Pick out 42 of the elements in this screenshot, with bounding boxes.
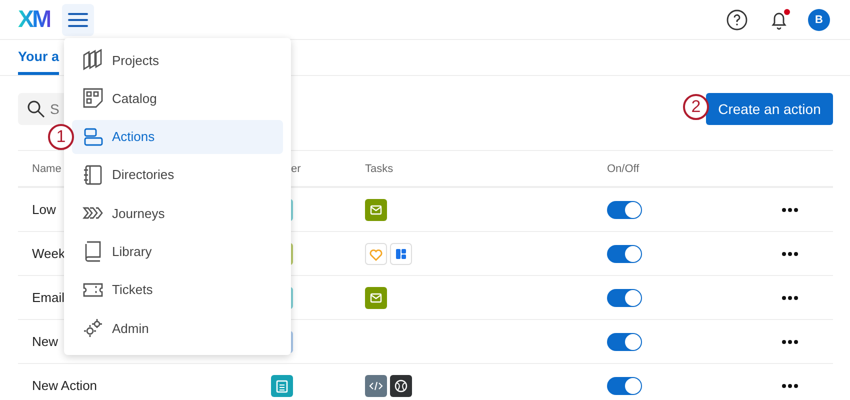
email-task-icon (365, 286, 387, 308)
help-icon[interactable] (726, 8, 748, 30)
stacked-pages-icon (82, 49, 104, 71)
menu-item[interactable]: Journeys (72, 196, 283, 230)
toggle-switch[interactable] (607, 288, 642, 306)
toggle-switch[interactable] (607, 332, 642, 350)
app-task-icon (390, 242, 412, 264)
menu-item[interactable]: Directories (72, 158, 283, 192)
column-header: On/Off (607, 162, 640, 174)
menu-item[interactable]: Library (72, 234, 283, 268)
action-name[interactable]: New Action (32, 378, 271, 393)
menu-item[interactable]: Projects (72, 43, 283, 77)
stacked-bars-icon (82, 126, 104, 148)
column-header: er (290, 162, 302, 174)
code-task-icon (365, 374, 387, 396)
more-icon[interactable] (782, 252, 798, 256)
avatar[interactable]: B (808, 8, 830, 30)
toggle-switch[interactable] (607, 376, 642, 394)
toggle-switch[interactable] (607, 244, 642, 262)
heart-task-icon (365, 242, 387, 264)
email-task-icon (365, 198, 387, 220)
menu-item[interactable]: Catalog (72, 81, 283, 116)
globe-task-icon (390, 374, 412, 396)
toggle-switch[interactable] (607, 200, 642, 218)
notebook-icon (82, 164, 104, 186)
search-icon (27, 100, 45, 118)
more-icon[interactable] (782, 296, 798, 300)
step-marker: 1 (48, 124, 74, 150)
menu-button[interactable] (62, 4, 94, 36)
tab[interactable]: Your a (18, 40, 60, 75)
step-marker: 2 (683, 94, 709, 120)
menu-icon (68, 12, 88, 26)
menu-item[interactable]: Admin (72, 311, 283, 346)
grid-card-icon (82, 87, 104, 110)
column-header: Tasks (365, 162, 394, 174)
gears-icon (82, 317, 104, 340)
menu-item[interactable]: Tickets (72, 272, 283, 307)
menu-item[interactable]: Actions (72, 120, 283, 154)
create-action-button[interactable]: Create an action (706, 93, 833, 125)
more-icon[interactable] (782, 208, 798, 212)
more-icon[interactable] (782, 384, 798, 388)
more-icon[interactable] (782, 340, 798, 344)
